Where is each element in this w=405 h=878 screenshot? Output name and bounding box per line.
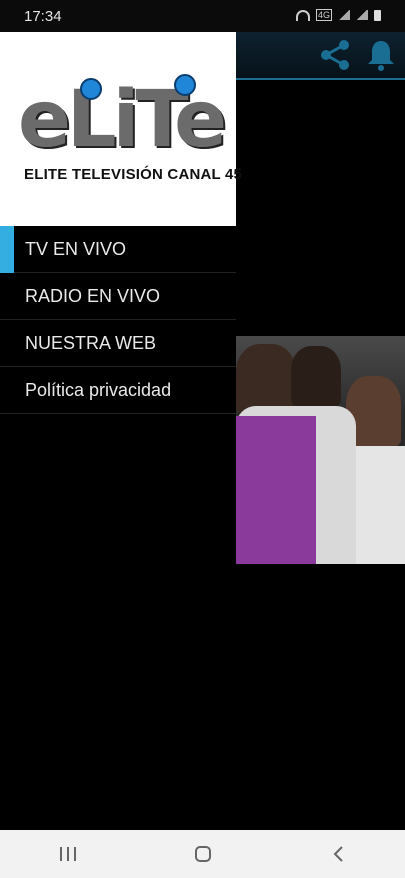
menu-item-nuestra-web[interactable]: NUESTRA WEB (0, 320, 236, 367)
battery-icon (374, 9, 381, 21)
drawer-header-logo: eLiTe ELITE TELEVISIÓN CANAL 45 (0, 32, 242, 226)
home-button[interactable] (173, 834, 233, 874)
menu-item-label: RADIO EN VIVO (25, 285, 161, 306)
menu-item-politica-privacidad[interactable]: Política privacidad (0, 367, 236, 414)
menu-item-label: TV EN VIVO (25, 238, 127, 259)
recent-apps-button[interactable] (38, 834, 98, 874)
network-type-label: 4G (315, 9, 332, 21)
menu-item-label: Política privacidad (25, 379, 172, 400)
status-time: 17:34 (24, 8, 62, 25)
menu-item-radio-en-vivo[interactable]: RADIO EN VIVO (0, 273, 236, 320)
navigation-drawer: eLiTe ELITE TELEVISIÓN CANAL 45 TV EN VI… (0, 32, 242, 830)
video-shirt-2 (356, 446, 405, 564)
status-icons: 4G (295, 9, 381, 21)
status-bar: 17:34 4G (0, 0, 405, 32)
video-vest (236, 416, 316, 564)
video-person (236, 344, 296, 414)
home-icon (194, 846, 211, 862)
bell-icon[interactable] (366, 38, 396, 72)
signal-icon (338, 10, 350, 20)
drawer-menu: TV EN VIVO RADIO EN VIVO NUESTRA WEB Pol… (0, 226, 236, 414)
recent-apps-icon (59, 847, 76, 861)
menu-item-label: NUESTRA WEB (25, 332, 157, 353)
video-player[interactable] (236, 336, 405, 564)
video-person (291, 346, 341, 406)
share-icon[interactable] (318, 38, 352, 72)
back-button[interactable] (308, 834, 368, 874)
wifi-icon (295, 9, 310, 21)
system-nav-bar (0, 830, 405, 878)
logo-dot-icon (80, 78, 102, 100)
back-icon (333, 846, 343, 862)
logo-tagline: ELITE TELEVISIÓN CANAL 45 (24, 166, 243, 183)
menu-item-tv-en-vivo[interactable]: TV EN VIVO (0, 226, 236, 273)
logo-dot-icon (174, 74, 196, 96)
signal-icon-2 (356, 10, 368, 20)
